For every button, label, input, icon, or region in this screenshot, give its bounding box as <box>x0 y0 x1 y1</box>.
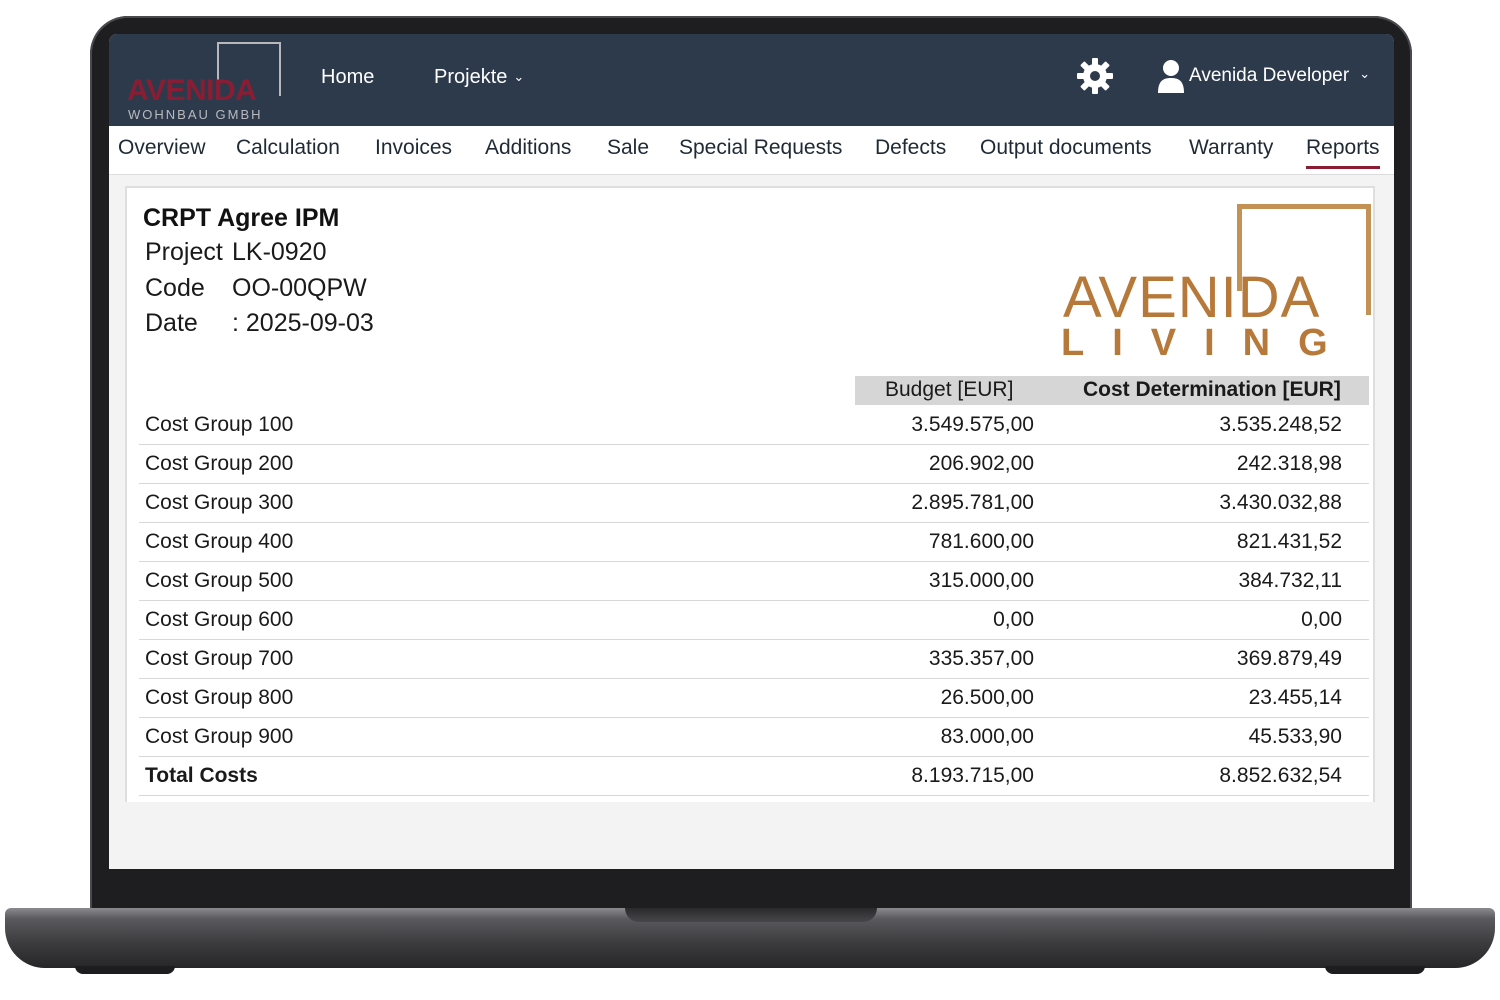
row-label: Cost Group 400 <box>145 530 294 553</box>
laptop-foot-right <box>1325 966 1425 974</box>
row-label: Cost Group 900 <box>145 725 294 748</box>
table-row: Cost Group 200 206.902,00 242.318,98 <box>139 445 1369 484</box>
cost-value: 369.879,49 <box>1236 647 1342 670</box>
top-navbar: AVENIDA WOHNBAU GMBH Home Projekte ⌄ Ave… <box>109 34 1394 126</box>
logo-wordmark: AVENIDA <box>1063 265 1321 330</box>
app-screen: AVENIDA WOHNBAU GMBH Home Projekte ⌄ Ave… <box>109 34 1394 869</box>
table-header: Budget [EUR] Cost Determination [EUR] <box>855 376 1369 405</box>
cost-value: 242.318,98 <box>1236 452 1342 475</box>
table-row: Cost Group 900 83.000,00 45.533,90 <box>139 718 1369 757</box>
report-title: CRPT Agree IPM <box>143 204 340 232</box>
avenida-living-logo: AVENIDA LIVING <box>1059 202 1371 364</box>
cost-value: 45.533,90 <box>1248 725 1342 748</box>
row-label: Cost Group 200 <box>145 452 294 475</box>
meta-code: Code OO-00QPW <box>145 274 367 303</box>
tab-special-requests[interactable]: Special Requests <box>679 136 842 160</box>
row-label: Total Costs <box>145 764 258 787</box>
budget-value: 3.549.575,00 <box>911 413 1034 436</box>
logo-subtitle: WOHNBAU GMBH <box>128 107 263 122</box>
tab-warranty[interactable]: Warranty <box>1189 136 1273 160</box>
row-label: Cost Group 600 <box>145 608 294 631</box>
chevron-down-icon: ⌄ <box>513 69 525 84</box>
logo-subtitle: LIVING <box>1061 322 1356 364</box>
budget-value: 2.895.781,00 <box>911 491 1034 514</box>
date-label: Date <box>145 309 198 337</box>
row-label: Cost Group 100 <box>145 413 294 436</box>
cost-total: 8.852.632,54 <box>1219 764 1342 787</box>
nav-projekte-label: Projekte <box>434 66 508 88</box>
logo-wordmark: AVENIDA <box>127 74 257 107</box>
laptop-notch <box>625 908 877 922</box>
nav-home-link[interactable]: Home <box>321 66 374 89</box>
budget-value: 781.600,00 <box>928 530 1034 553</box>
budget-value: 335.357,00 <box>928 647 1034 670</box>
column-header-budget: Budget [EUR] <box>885 378 1014 401</box>
tab-invoices[interactable]: Invoices <box>375 136 452 160</box>
table-row: Cost Group 800 26.500,00 23.455,14 <box>139 679 1369 718</box>
gear-icon[interactable] <box>1075 56 1115 96</box>
budget-value: 206.902,00 <box>928 452 1034 475</box>
report-card: CRPT Agree IPM Project LK-0920 Code OO-0… <box>125 186 1375 802</box>
meta-project: Project LK-0920 <box>145 238 327 267</box>
project-tab-bar: Overview Calculation Invoices Additions … <box>109 126 1394 175</box>
cost-value: 23.455,14 <box>1248 686 1342 709</box>
tab-calculation[interactable]: Calculation <box>236 136 340 160</box>
budget-value: 315.000,00 <box>928 569 1034 592</box>
table-row: Cost Group 300 2.895.781,00 3.430.032,88 <box>139 484 1369 523</box>
date-value: : 2025-09-03 <box>232 309 374 337</box>
row-label: Cost Group 800 <box>145 686 294 709</box>
cost-value: 384.732,11 <box>1238 569 1342 592</box>
budget-total: 8.193.715,00 <box>911 764 1034 787</box>
row-label: Cost Group 300 <box>145 491 294 514</box>
budget-value: 0,00 <box>993 608 1034 631</box>
code-label: Code <box>145 274 205 302</box>
user-name: Avenida Developer <box>1189 65 1350 86</box>
row-label: Cost Group 500 <box>145 569 294 592</box>
user-icon <box>1158 60 1184 93</box>
meta-date: Date : 2025-09-03 <box>145 309 374 338</box>
tab-additions[interactable]: Additions <box>485 136 571 160</box>
tab-output-documents[interactable]: Output documents <box>980 136 1152 160</box>
table-row: Cost Group 100 3.549.575,00 3.535.248,52 <box>139 406 1369 445</box>
cost-value: 3.430.032,88 <box>1219 491 1342 514</box>
tab-overview[interactable]: Overview <box>118 136 206 160</box>
cost-value: 0,00 <box>1301 608 1342 631</box>
nav-projekte-dropdown[interactable]: Projekte ⌄ <box>434 66 524 89</box>
tab-sale[interactable]: Sale <box>607 136 649 160</box>
company-logo[interactable]: AVENIDA WOHNBAU GMBH <box>127 40 287 122</box>
total-row: Total Costs 8.193.715,00 8.852.632,54 <box>139 757 1369 796</box>
tab-defects[interactable]: Defects <box>875 136 946 160</box>
cost-table: Cost Group 100 3.549.575,00 3.535.248,52… <box>139 406 1369 796</box>
cost-value: 821.431,52 <box>1236 530 1342 553</box>
table-row: Cost Group 600 0,00 0,00 <box>139 601 1369 640</box>
project-value: LK-0920 <box>232 238 327 266</box>
column-header-cost-determination: Cost Determination [EUR] <box>1083 378 1341 401</box>
chevron-down-icon: ⌄ <box>1359 66 1371 81</box>
user-menu[interactable]: Avenida Developer ⌄ <box>1157 56 1370 96</box>
table-row: Cost Group 700 335.357,00 369.879,49 <box>139 640 1369 679</box>
project-label: Project <box>145 238 223 266</box>
table-row: Cost Group 400 781.600,00 821.431,52 <box>139 523 1369 562</box>
laptop-foot-left <box>75 966 175 974</box>
budget-value: 26.500,00 <box>940 686 1034 709</box>
row-label: Cost Group 700 <box>145 647 294 670</box>
nav-home-label: Home <box>321 66 375 88</box>
table-row: Cost Group 500 315.000,00 384.732,11 <box>139 562 1369 601</box>
code-value: OO-00QPW <box>232 274 367 302</box>
cost-value: 3.535.248,52 <box>1219 413 1342 436</box>
budget-value: 83.000,00 <box>940 725 1034 748</box>
tab-reports[interactable]: Reports <box>1306 136 1380 169</box>
